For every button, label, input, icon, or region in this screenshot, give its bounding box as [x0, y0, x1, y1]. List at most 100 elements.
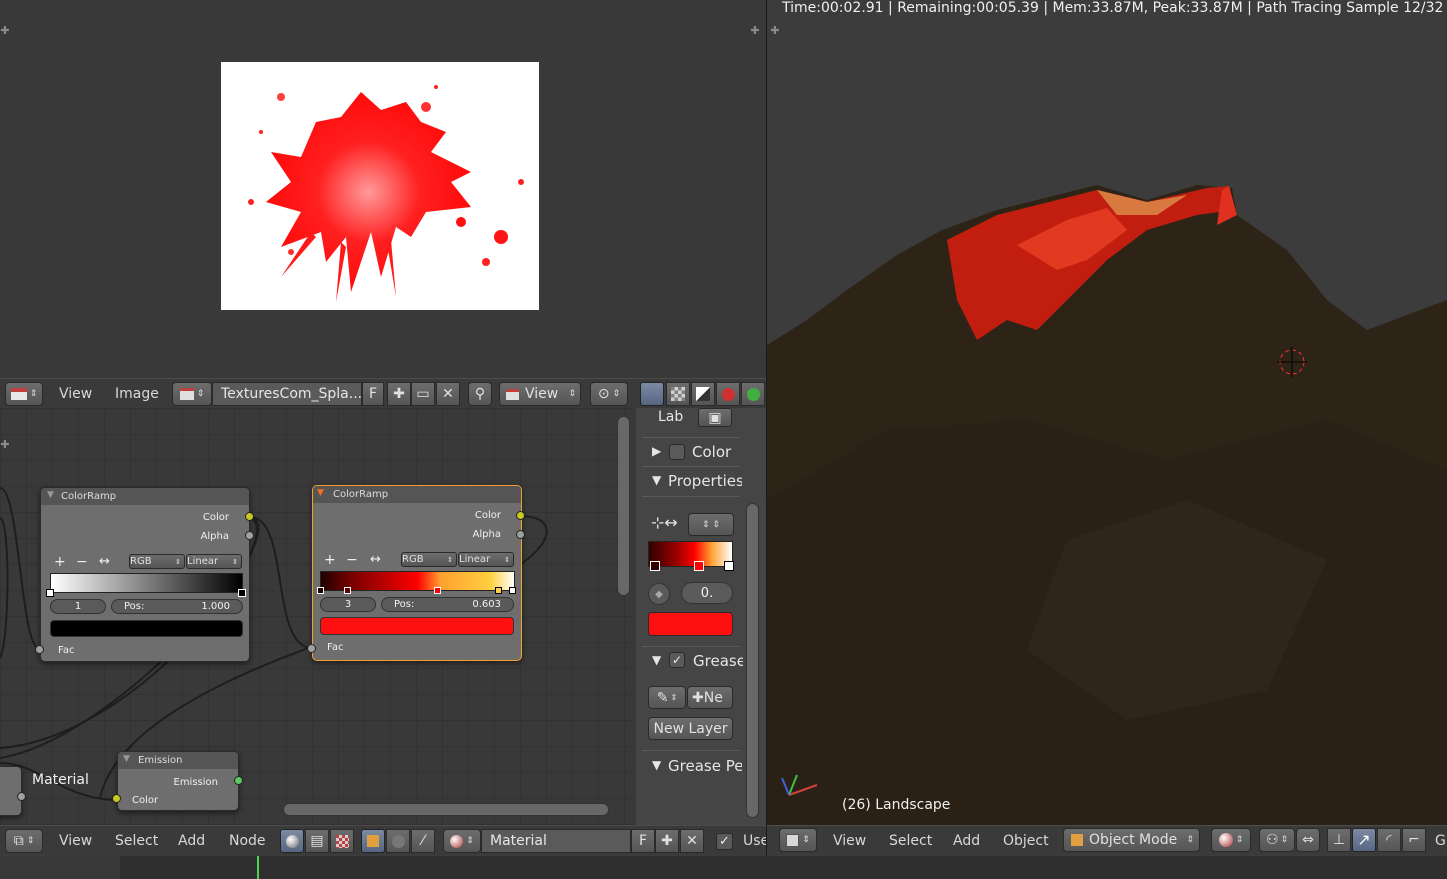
ramp-stop-handle-active[interactable]: [434, 587, 441, 594]
stop-index-dot[interactable]: ◆: [648, 583, 670, 605]
area-splitter[interactable]: [766, 0, 767, 856]
area-corner-icon[interactable]: ✚: [0, 25, 10, 36]
open-image-button[interactable]: ▭: [411, 382, 435, 406]
color-output-socket[interactable]: [516, 511, 525, 520]
interpolation-select[interactable]: Linear ⇕: [458, 552, 514, 567]
panel-scrollbar[interactable]: [746, 503, 759, 818]
unlink-image-button[interactable]: ✕: [436, 382, 460, 406]
new-material-button[interactable]: ✚: [655, 829, 679, 853]
ramp-stop-handle-active[interactable]: [694, 561, 704, 571]
collapse-arrow-icon[interactable]: ▼: [317, 488, 324, 498]
flip-ramp-button[interactable]: ↔: [370, 552, 381, 567]
menu-view[interactable]: View: [59, 379, 92, 409]
alpha-button[interactable]: [691, 382, 715, 406]
remove-stop-button[interactable]: −: [76, 554, 88, 570]
green-channel-button[interactable]: [741, 382, 765, 406]
pin-button[interactable]: ⚲: [468, 382, 492, 406]
stop-color-swatch[interactable]: [50, 620, 243, 637]
editor-type-button[interactable]: ⇕: [779, 828, 817, 852]
collapse-arrow-icon[interactable]: ▼: [123, 754, 130, 764]
ramp-stop-handle[interactable]: [46, 589, 54, 597]
fac-input-socket[interactable]: [35, 645, 44, 654]
pivot-select[interactable]: ⚇ ⇕: [1259, 828, 1295, 852]
image-editor[interactable]: ✚ ✚: [0, 0, 766, 378]
line-style-button[interactable]: ⁄: [411, 829, 435, 853]
editor-type-button[interactable]: ⧉ ⇕: [5, 829, 43, 853]
node-editor[interactable]: ColorRamp ▼ Color Alpha + − ↔ RGB ⇕ Linea…: [0, 408, 636, 825]
flip-ramp-button[interactable]: ↔: [99, 554, 110, 569]
scale-button[interactable]: ⌐: [1402, 828, 1426, 852]
mode-select[interactable]: Object Mode ⇕: [1063, 828, 1200, 852]
pencil-select[interactable]: ✎ ⇕: [648, 686, 686, 709]
pivot-select[interactable]: ⊙ ⇕: [590, 382, 628, 406]
position-field[interactable]: Pos: 0.603: [381, 597, 514, 612]
ramp-stop-handle[interactable]: [344, 587, 351, 594]
fake-user-button[interactable]: F: [631, 829, 655, 853]
new-layer-button[interactable]: New Layer: [648, 717, 733, 740]
translate-button[interactable]: ↗: [1352, 828, 1376, 852]
new-image-button[interactable]: ✚: [387, 382, 411, 406]
add-stop-button[interactable]: +: [54, 554, 66, 570]
collapse-arrow-icon[interactable]: ▼: [652, 473, 661, 487]
menu-add[interactable]: Add: [178, 826, 205, 856]
shader-nodes-button[interactable]: [280, 829, 304, 853]
3d-viewport[interactable]: Time:00:02.91 | Remaining:00:05.39 | Mem…: [767, 0, 1447, 825]
fake-user-button[interactable]: F: [362, 382, 384, 406]
grease-section-header[interactable]: Grease: [693, 652, 743, 670]
ramp-stop-handle[interactable]: [238, 589, 246, 597]
color-mode-select[interactable]: RGB ⇕: [129, 554, 185, 569]
new-grease-button[interactable]: ✚ Ne: [687, 686, 733, 709]
object-shader-button[interactable]: [361, 829, 385, 853]
color-mode-select[interactable]: RGB ⇕: [401, 552, 457, 567]
compositing-nodes-button[interactable]: ▤: [305, 829, 329, 853]
ramp-stop-handle[interactable]: [724, 561, 734, 571]
material-name-field[interactable]: Material: [481, 829, 631, 853]
emission-node[interactable]: Emission ▼ Emission Color: [117, 751, 239, 811]
panel-color-ramp-bar[interactable]: [648, 541, 733, 567]
fac-input-socket[interactable]: [307, 644, 316, 653]
menu-node[interactable]: Node: [229, 826, 266, 856]
stop-color-swatch[interactable]: [320, 617, 514, 635]
material-browse-button[interactable]: ⇕: [443, 829, 481, 853]
grease-pencil-section-header[interactable]: Grease Pe: [668, 757, 742, 775]
properties-section-header[interactable]: Properties: [668, 472, 742, 490]
position-field[interactable]: Pos: 1.000: [111, 599, 243, 614]
color-ramp-bar[interactable]: [50, 573, 243, 593]
color-section-header[interactable]: Color: [692, 443, 736, 461]
area-corner-icon[interactable]: ✚: [770, 25, 780, 36]
current-frame-marker[interactable]: [257, 856, 259, 879]
color-input-socket[interactable]: [112, 794, 121, 803]
menu-view[interactable]: View: [833, 826, 866, 856]
alpha-output-socket[interactable]: [516, 530, 525, 539]
vertical-scrollbar[interactable]: [617, 416, 630, 596]
color-section-checkbox[interactable]: [669, 444, 685, 460]
checker-button[interactable]: [666, 382, 690, 406]
flip-ramp-icon[interactable]: ⊹↔: [651, 513, 678, 532]
colorramp-node-1[interactable]: ColorRamp ▼ Color Alpha + − ↔ RGB ⇕ Linea…: [40, 487, 250, 662]
ramp-stop-handle[interactable]: [509, 587, 516, 594]
lab-button[interactable]: ▣: [698, 408, 732, 427]
stop-index-field[interactable]: 1: [50, 599, 106, 614]
expand-arrow-icon[interactable]: ▶: [652, 444, 661, 458]
color-output-socket[interactable]: [245, 512, 254, 521]
menu-view[interactable]: View: [59, 826, 92, 856]
use-nodes-checkbox[interactable]: ✓: [716, 833, 733, 850]
ramp-stop-handle[interactable]: [317, 587, 324, 594]
menu-add[interactable]: Add: [953, 826, 980, 856]
menu-image[interactable]: Image: [115, 379, 159, 409]
image-name-field[interactable]: TexturesCom_Spla...: [212, 382, 362, 406]
editor-type-button[interactable]: ⇕: [5, 382, 43, 406]
collapse-arrow-icon[interactable]: ▼: [652, 653, 661, 667]
position-field[interactable]: 0.: [681, 582, 733, 604]
red-channel-button[interactable]: [716, 382, 740, 406]
manipulator-toggle[interactable]: ⇔: [1296, 828, 1320, 852]
transform-manipulator-button[interactable]: ⊥: [1327, 828, 1351, 852]
stop-index-field[interactable]: 3: [320, 597, 376, 612]
view-mode-select[interactable]: View ⇕: [499, 382, 581, 406]
ramp-options-select[interactable]: ⇕ ⇕: [688, 513, 734, 536]
interpolation-select[interactable]: Linear ⇕: [186, 554, 242, 569]
menu-object[interactable]: Object: [1003, 826, 1049, 856]
partial-node[interactable]: [0, 766, 22, 816]
ramp-stop-handle[interactable]: [495, 587, 502, 594]
remove-stop-button[interactable]: −: [346, 552, 358, 568]
